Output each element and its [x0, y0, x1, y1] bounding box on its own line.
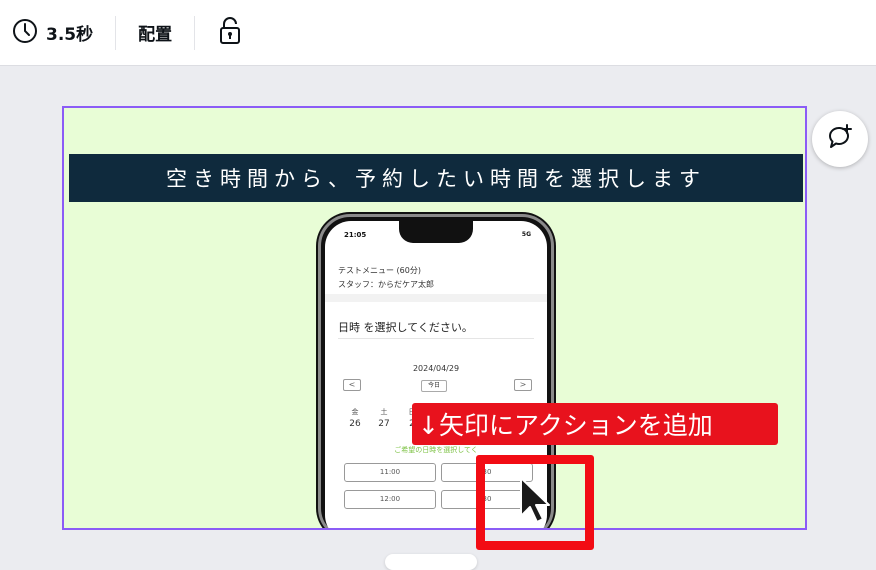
- toolbar-divider: [194, 15, 196, 50]
- add-comment-button[interactable]: [812, 111, 868, 167]
- status-time: 21:05: [344, 231, 367, 239]
- phone-notch: [399, 221, 473, 243]
- time-slot[interactable]: 12:00: [344, 490, 436, 509]
- arrow-cursor-icon: [517, 476, 557, 530]
- today-button[interactable]: 今日: [421, 380, 447, 392]
- next-week-button[interactable]: >: [514, 379, 532, 391]
- day-number[interactable]: 27: [374, 419, 394, 429]
- current-date: 2024/04/29: [412, 364, 460, 373]
- select-hint: ご希望の日時を選択してく: [394, 446, 478, 454]
- status-signal: 5G: [521, 231, 531, 238]
- unlock-icon: [217, 16, 243, 50]
- comment-add-icon: [825, 122, 855, 156]
- section-divider: [325, 294, 547, 302]
- toolbar-divider: [115, 15, 117, 50]
- clock-icon: [12, 18, 38, 48]
- menu-name: テストメニュー (60分): [338, 266, 421, 275]
- arrange-button[interactable]: 配置: [138, 20, 172, 45]
- slide-canvas[interactable]: 空き時間から、予約したい時間を選択します 21:05 5G テストメニュー (6…: [62, 106, 807, 530]
- action-callout: ↓矢印にアクションを追加: [412, 403, 778, 445]
- staff-name: スタッフ：からだケア太郎: [338, 280, 434, 289]
- lock-button[interactable]: [217, 16, 243, 50]
- time-slot[interactable]: 11:00: [344, 463, 436, 482]
- select-datetime-title: 日時 を選択してください。: [338, 321, 473, 334]
- duration-button[interactable]: 3.5秒: [0, 0, 93, 66]
- slide-banner[interactable]: 空き時間から、予約したい時間を選択します: [69, 154, 803, 202]
- duration-label: 3.5秒: [46, 25, 94, 45]
- weekday-label: 土: [380, 408, 388, 416]
- weekday-label: 金: [351, 408, 359, 416]
- day-number[interactable]: 26: [345, 419, 365, 429]
- prev-week-button[interactable]: <: [343, 379, 361, 391]
- divider: [338, 338, 534, 339]
- top-toolbar: 3.5秒 配置: [0, 0, 876, 66]
- bottom-control[interactable]: [385, 554, 477, 570]
